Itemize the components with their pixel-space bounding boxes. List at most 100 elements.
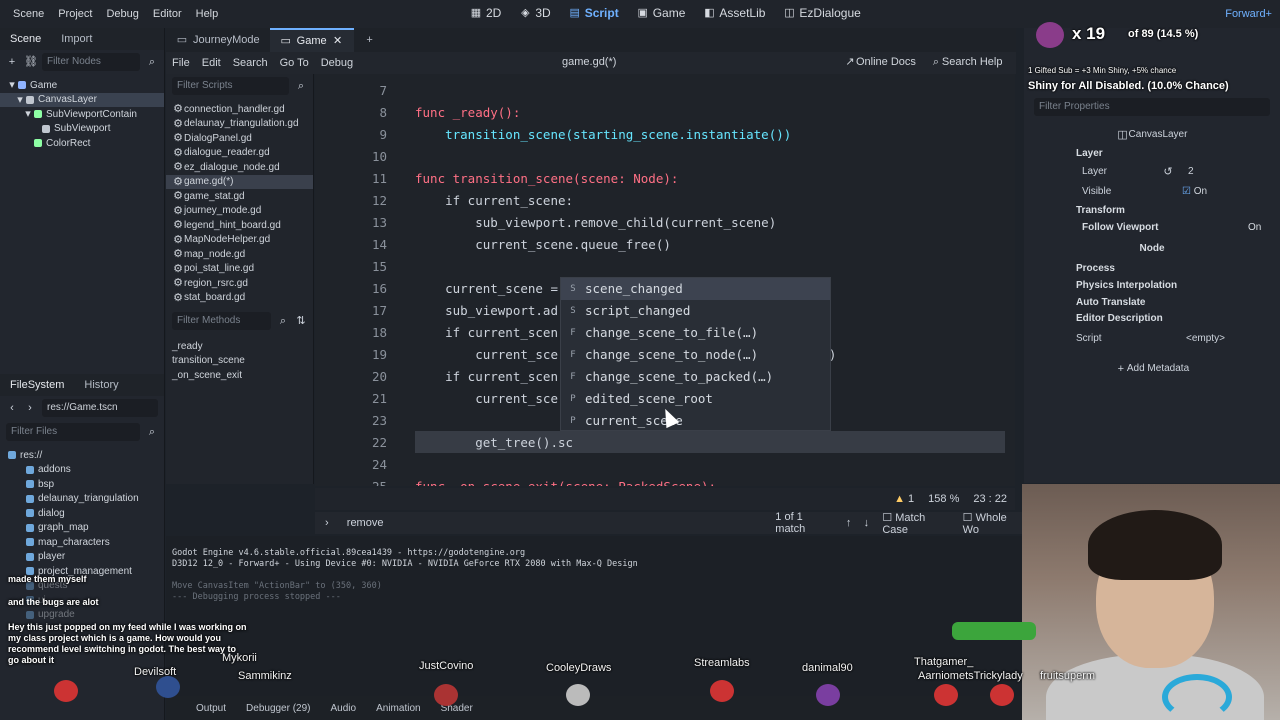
zoom-level[interactable]: 158 %	[928, 493, 959, 505]
script-item[interactable]: ⚙ legend_hint_board.gd	[166, 218, 313, 233]
folder-item[interactable]: graph_map	[0, 521, 164, 536]
autocomplete-option[interactable]: Fchange_scene_to_node(…)	[561, 344, 830, 366]
workspace-assetlib[interactable]: ◧ AssetLib	[701, 4, 767, 22]
script-item[interactable]: ⚙ delaunay_triangulation.gd	[166, 117, 313, 132]
autocomplete-option[interactable]: Sscript_changed	[561, 300, 830, 322]
sort-icon[interactable]: ⇅	[295, 315, 307, 327]
forward-icon[interactable]: ›	[24, 402, 36, 414]
folder-item[interactable]: player	[0, 550, 164, 565]
warnings-counter[interactable]: ▲ 1	[894, 493, 914, 505]
script-item[interactable]: ⚙ stat_board.gd	[166, 291, 313, 306]
tab-audio[interactable]: Audio	[331, 703, 357, 714]
autocomplete-option[interactable]: Pcurrent_scene	[561, 410, 830, 432]
tab-game[interactable]: ▭ Game ✕	[269, 28, 354, 52]
tree-node-subviewport[interactable]: SubViewport	[0, 122, 164, 137]
link-icon[interactable]: ⛓	[24, 56, 38, 68]
filter-scripts-input[interactable]: Filter Scripts	[172, 77, 289, 95]
section-transform[interactable]: Transform	[1024, 202, 1280, 219]
menu-search[interactable]: Search	[227, 57, 274, 69]
match-case-checkbox[interactable]: ☐ Match Case	[882, 511, 952, 536]
menu-debug[interactable]: Debug	[99, 8, 145, 20]
layer-spinbox[interactable]: 2	[1188, 166, 1248, 177]
add-node-icon[interactable]: +	[6, 56, 18, 68]
script-item[interactable]: ⚙ MapNodeHelper.gd	[166, 233, 313, 248]
expand-icon[interactable]: ▾	[22, 108, 34, 120]
tab-scene[interactable]: Scene	[0, 33, 51, 45]
script-item[interactable]: ⚙ DialogPanel.gd	[166, 131, 313, 146]
script-item[interactable]: ⚙ poi_stat_line.gd	[166, 262, 313, 277]
back-icon[interactable]: ‹	[6, 402, 18, 414]
menu-goto[interactable]: Go To	[274, 57, 315, 69]
path-field[interactable]: res://Game.tscn	[42, 399, 158, 417]
reset-icon[interactable]: ↺	[1162, 166, 1174, 178]
section-auto-translate[interactable]: Auto Translate	[1024, 294, 1280, 311]
online-docs-button[interactable]: ↗Online Docs	[844, 56, 916, 68]
script-item[interactable]: ⚙ connection_handler.gd	[166, 102, 313, 117]
method-item[interactable]: transition_scene	[166, 354, 313, 369]
filter-files-input[interactable]: Filter Files	[6, 423, 140, 441]
tab-import[interactable]: Import	[51, 33, 102, 45]
chevron-right-icon[interactable]: ›	[321, 517, 333, 529]
method-item[interactable]: _ready	[166, 339, 313, 354]
tab-journeymode[interactable]: ▭ JourneyMode	[166, 28, 270, 52]
filter-nodes-input[interactable]: Filter Nodes	[42, 53, 140, 71]
tree-node-subviewportcontainer[interactable]: ▾ SubViewportContain	[0, 107, 164, 122]
folder-item[interactable]: dialog	[0, 506, 164, 521]
folder-item[interactable]: map_characters	[0, 535, 164, 550]
script-item[interactable]: ⚙ dialogue_reader.gd	[166, 146, 313, 161]
search-help-button[interactable]: ⌕ Search Help	[930, 56, 1003, 68]
workspace-script[interactable]: ▤ Script	[567, 4, 621, 22]
autocomplete-option[interactable]: Sscene_changed	[561, 278, 830, 300]
tree-node-canvaslayer[interactable]: ▾ CanvasLayer	[0, 92, 164, 107]
new-tab-button[interactable]: +	[354, 28, 386, 52]
tab-history[interactable]: History	[74, 379, 128, 391]
script-item[interactable]: ⚙ journey_mode.gd	[166, 204, 313, 219]
menu-edit[interactable]: Edit	[196, 57, 227, 69]
section-follow-viewport[interactable]: Follow Viewport On	[1024, 219, 1280, 236]
menu-file[interactable]: File	[166, 57, 196, 69]
autocomplete-option[interactable]: Fchange_scene_to_file(…)	[561, 322, 830, 344]
menu-editor[interactable]: Editor	[146, 8, 189, 20]
script-item[interactable]: ⚙ game_stat.gd	[166, 189, 313, 204]
workspace-game[interactable]: ▣ Game	[635, 4, 688, 22]
folder-item[interactable]: delaunay_triangulation	[0, 492, 164, 507]
menu-project[interactable]: Project	[51, 8, 99, 20]
tab-debugger[interactable]: Debugger (29)	[246, 703, 310, 714]
folder-item[interactable]: bsp	[0, 477, 164, 492]
section-process[interactable]: Process	[1024, 260, 1280, 277]
workspace-2d[interactable]: ▦ 2D	[468, 4, 503, 22]
folder-item[interactable]: addons	[0, 463, 164, 478]
section-editor-description[interactable]: Editor Description	[1024, 310, 1280, 327]
expand-icon[interactable]: ▾	[14, 94, 26, 106]
close-icon[interactable]: ✕	[332, 35, 344, 47]
tab-animation[interactable]: Animation	[376, 703, 420, 714]
filter-properties-input[interactable]: Filter Properties	[1034, 97, 1270, 116]
autocomplete-option[interactable]: Pedited_scene_root	[561, 388, 830, 410]
script-resource-picker[interactable]: <empty>	[1186, 333, 1225, 344]
arrow-up-icon[interactable]: ↑	[843, 517, 855, 529]
workspace-3d[interactable]: ◈ 3D	[517, 4, 552, 22]
add-metadata-button[interactable]: + Add Metadata	[1024, 360, 1280, 377]
menu-script-debug[interactable]: Debug	[315, 57, 359, 69]
folder-root[interactable]: res://	[0, 448, 164, 463]
script-item[interactable]: ⚙ region_rsrc.gd	[166, 276, 313, 291]
script-item[interactable]: ⚙ map_node.gd	[166, 247, 313, 262]
section-layer[interactable]: Layer	[1024, 145, 1280, 162]
visible-checkbox[interactable]: ☑ On	[1182, 186, 1207, 197]
method-item[interactable]: _on_scene_exit	[166, 368, 313, 383]
expand-icon[interactable]: ▾	[6, 79, 18, 91]
tab-output[interactable]: Output	[196, 703, 226, 714]
whole-words-checkbox[interactable]: ☐ Whole Wo	[963, 511, 1025, 536]
menu-help[interactable]: Help	[189, 8, 226, 20]
autocomplete-option[interactable]: Fchange_scene_to_packed(…)	[561, 366, 830, 388]
menu-scene[interactable]: Scene	[6, 8, 51, 20]
find-input[interactable]: remove	[347, 517, 760, 529]
filter-methods-input[interactable]: Filter Methods	[172, 312, 271, 330]
tab-filesystem[interactable]: FileSystem	[0, 379, 74, 391]
arrow-down-icon[interactable]: ↓	[861, 517, 873, 529]
section-physics-interpolation[interactable]: Physics Interpolation	[1024, 277, 1280, 294]
workspace-ezdialogue[interactable]: ◫ EzDialogue	[781, 4, 862, 22]
script-item[interactable]: ⚙ ez_dialogue_node.gd	[166, 160, 313, 175]
tree-node-colorrect[interactable]: ColorRect	[0, 136, 164, 151]
tree-node-game[interactable]: ▾ Game	[0, 78, 164, 93]
